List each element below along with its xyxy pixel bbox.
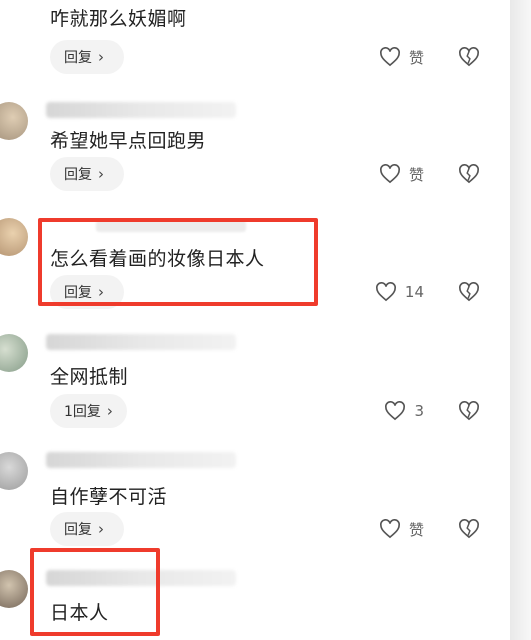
dislike-button[interactable] <box>458 42 480 72</box>
comment-text: 自作孽不可活 <box>50 486 168 508</box>
like-button[interactable]: 赞 <box>379 42 424 72</box>
like-count: 14 <box>404 283 424 301</box>
heart-icon <box>375 282 396 302</box>
like-button[interactable]: 赞 <box>379 159 424 189</box>
comment-item: 自作孽不可活 回复 › 赞 <box>0 446 510 564</box>
reply-button[interactable]: 回复 › <box>50 40 124 74</box>
reply-label: 回复 <box>64 522 92 538</box>
heart-icon <box>380 164 400 184</box>
broken-heart-icon <box>459 519 479 539</box>
broken-heart-icon <box>459 401 479 421</box>
broken-heart-icon <box>459 47 479 67</box>
reply-button[interactable]: 1回复 › <box>50 394 127 428</box>
comment-text: 咋就那么妖媚啊 <box>50 8 187 30</box>
dislike-button[interactable] <box>458 396 480 426</box>
like-count: 赞 <box>408 48 424 67</box>
reply-button[interactable]: 回复 › <box>50 512 124 546</box>
heart-icon <box>385 401 406 421</box>
comment-text: 全网抵制 <box>50 366 129 388</box>
like-button[interactable]: 3 <box>384 396 424 426</box>
highlight-box <box>30 548 160 636</box>
avatar[interactable] <box>0 334 28 372</box>
comment-panel: 咋就那么妖媚啊 回复 › 赞 希望她早点回跑男 回复 › 赞 怎么看着画的妆像日… <box>0 0 510 640</box>
reply-label: 回复 <box>64 50 92 66</box>
avatar[interactable] <box>0 570 28 608</box>
like-button[interactable]: 14 <box>375 277 424 307</box>
reply-button[interactable]: 回复 › <box>50 157 124 191</box>
highlight-box <box>38 218 318 306</box>
comment-text: 希望她早点回跑男 <box>50 130 207 152</box>
dislike-button[interactable] <box>458 159 480 189</box>
reply-label: 回复 <box>64 167 92 183</box>
like-button[interactable]: 赞 <box>379 514 424 544</box>
reply-label: 1回复 <box>64 404 101 420</box>
heart-icon <box>380 47 400 67</box>
broken-heart-icon <box>459 282 479 302</box>
dislike-button[interactable] <box>458 514 480 544</box>
chevron-right-icon: › <box>98 165 104 183</box>
username-blurred <box>46 102 236 118</box>
username-blurred <box>46 334 236 350</box>
avatar[interactable] <box>0 218 28 256</box>
comment-item: 希望她早点回跑男 回复 › 赞 <box>0 96 510 214</box>
scrollbar-track[interactable] <box>510 0 531 640</box>
chevron-right-icon: › <box>98 520 104 538</box>
avatar[interactable] <box>0 452 28 490</box>
dislike-button[interactable] <box>458 277 480 307</box>
like-count: 3 <box>414 402 424 420</box>
like-count: 赞 <box>408 165 424 184</box>
chevron-right-icon: › <box>106 402 113 420</box>
comment-item: 全网抵制 1回复 › 3 <box>0 328 510 446</box>
chevron-right-icon: › <box>98 48 104 66</box>
like-count: 赞 <box>408 520 424 539</box>
username-blurred <box>46 452 236 468</box>
heart-icon <box>380 519 400 539</box>
broken-heart-icon <box>459 164 479 184</box>
avatar[interactable] <box>0 102 28 140</box>
